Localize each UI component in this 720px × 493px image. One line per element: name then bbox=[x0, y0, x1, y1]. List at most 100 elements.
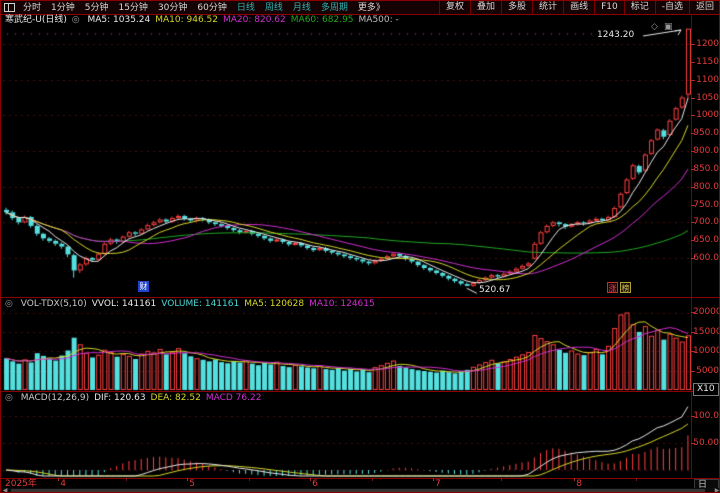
tab-5分钟[interactable]: 5分钟 bbox=[80, 2, 114, 14]
time-tick bbox=[310, 478, 312, 481]
indicator-toggle-icon[interactable]: ◎ bbox=[5, 299, 13, 309]
axis-tick-label: 1050 bbox=[696, 93, 719, 103]
tab-周线[interactable]: 周线 bbox=[260, 2, 288, 14]
axis-tick bbox=[691, 416, 695, 417]
tab-30分钟[interactable]: 30分钟 bbox=[153, 2, 192, 14]
symbol-title: 寒武纪-U(日线) bbox=[5, 15, 67, 25]
axis-tick bbox=[691, 332, 695, 333]
time-minor-tick bbox=[635, 478, 637, 481]
axis-tick bbox=[691, 98, 695, 99]
action-menu: 复权 叠加 多股 统计 画线 F10 标记 -自选 返回 bbox=[439, 1, 719, 14]
axis-tick-label: 1200 bbox=[696, 39, 719, 49]
main-chart-canvas[interactable] bbox=[3, 27, 691, 297]
scroll-right-arrow[interactable]: ▶ bbox=[713, 488, 719, 493]
tab-1分钟[interactable]: 1分钟 bbox=[46, 2, 80, 14]
volume-multiplier-label: X10 bbox=[693, 383, 719, 396]
axis-tick-label: 20000 bbox=[693, 307, 720, 317]
tab-多周期[interactable]: 多周期 bbox=[316, 2, 353, 14]
axis-tick bbox=[691, 222, 695, 223]
scroll-left-arrow[interactable]: ◀ bbox=[1, 488, 9, 493]
axis-tick-label: 900.0 bbox=[693, 146, 719, 156]
indicator-value: MA5: 1035.24 bbox=[87, 15, 151, 25]
menu-返回[interactable]: 返回 bbox=[688, 1, 719, 14]
axis-tick-label: 600.0 bbox=[693, 253, 719, 263]
axis-tick-label: 15000 bbox=[693, 327, 720, 337]
time-tick bbox=[58, 478, 60, 481]
indicator-toggle-icon[interactable]: ◎ bbox=[5, 393, 13, 403]
menu-标记[interactable]: 标记 bbox=[623, 1, 655, 14]
menu-叠加[interactable]: 叠加 bbox=[470, 1, 501, 14]
axis-tick bbox=[691, 169, 695, 170]
menu-复权[interactable]: 复权 bbox=[439, 1, 470, 14]
axis-tick bbox=[691, 62, 695, 63]
financial-report-badge[interactable]: 财 bbox=[138, 281, 149, 292]
indicator-value: MA10: 946.52 bbox=[155, 15, 218, 25]
axis-tick-label: 1100 bbox=[696, 75, 719, 85]
axis-tick-label: 10000 bbox=[693, 346, 720, 356]
axis-tick-label: 850.0 bbox=[693, 164, 719, 174]
ranking-list-badge[interactable]: 榜 bbox=[620, 282, 631, 293]
menu-画线[interactable]: 画线 bbox=[563, 1, 594, 14]
tab-日线[interactable]: 日线 bbox=[232, 2, 260, 14]
axis-tick bbox=[691, 240, 695, 241]
stock-app-window: 分时 1分钟 5分钟 15分钟 30分钟 60分钟 日线 周线 月线 多周期 更多》 复权 叠加 多股统… bbox=[0, 0, 720, 493]
axis-tick bbox=[691, 133, 695, 134]
macd-indicator-header: ◎ MACD(12,26,9) DIF: 120.63 DEA: 82.52 MACD… bbox=[5, 393, 266, 404]
menu--自选[interactable]: -自选 bbox=[654, 1, 689, 14]
axis-tick-label: 750.0 bbox=[693, 200, 719, 210]
menu-F10[interactable]: F10 bbox=[594, 1, 624, 14]
scrollbar-thumb[interactable] bbox=[11, 489, 705, 492]
indicator-value: MA5: 120628 bbox=[244, 299, 305, 309]
indicator-value: DEA: 82.52 bbox=[150, 393, 201, 403]
period-tabs: 分时 1分钟 5分钟 15分钟 30分钟 60分钟 日线 周线 月线 多周期 更多》 bbox=[18, 2, 390, 14]
axis-tick bbox=[691, 351, 695, 352]
toolbar: 分时 1分钟 5分钟 15分钟 30分钟 60分钟 日线 周线 月线 多周期 更多》 复权 叠加 多股统… bbox=[1, 1, 719, 15]
indicator-value: MA10: 124615 bbox=[309, 299, 375, 309]
time-tick bbox=[433, 478, 434, 481]
axis-tick bbox=[691, 151, 695, 152]
axis-tick bbox=[691, 371, 695, 372]
tab-更多》[interactable]: 更多》 bbox=[353, 2, 390, 14]
axis-tick bbox=[691, 205, 695, 206]
indicator-toggle-icon[interactable]: ◎ bbox=[72, 15, 80, 25]
high-price-marker: 1243.20 bbox=[597, 30, 635, 40]
axis-tick-label: 1000 bbox=[696, 110, 719, 120]
menu-多股[interactable]: 多股 bbox=[501, 1, 532, 14]
pane-divider bbox=[1, 297, 719, 298]
window-split-icon[interactable] bbox=[4, 3, 15, 12]
volume-chart-canvas[interactable] bbox=[3, 298, 691, 391]
axis-tick-label: 5000 bbox=[696, 366, 719, 376]
indicator-value: MA20: 820.62 bbox=[223, 15, 286, 25]
indicator-value: MACD 76.22 bbox=[205, 393, 262, 403]
axis-tick bbox=[691, 187, 695, 188]
axis-tick-label: 950.0 bbox=[693, 128, 719, 138]
menu-统计[interactable]: 统计 bbox=[532, 1, 563, 14]
indicator-value: VOL-TDX(5,10) bbox=[20, 299, 87, 309]
tab-月线[interactable]: 月线 bbox=[288, 2, 316, 14]
axis-tick bbox=[691, 115, 695, 116]
main-indicator-header: 寒武纪-U(日线) ◎ MA5: 1035.24 MA10: 946.52 MA20… bbox=[5, 15, 404, 26]
volume-indicator-header: ◎ VOL-TDX(5,10) VVOL: 141161 VOLUME: 14116… bbox=[5, 299, 380, 310]
low-price-marker: 520.67 bbox=[479, 285, 511, 295]
time-minor-tick bbox=[248, 478, 250, 481]
panel-icon[interactable]: ▣ bbox=[664, 22, 673, 32]
diamond-icon[interactable]: ◇ bbox=[651, 22, 658, 32]
tab-分时[interactable]: 分时 bbox=[18, 2, 46, 14]
tab-15分钟[interactable]: 15分钟 bbox=[113, 2, 152, 14]
axis-tick bbox=[691, 258, 695, 259]
macd-chart-canvas[interactable] bbox=[3, 392, 691, 478]
tab-60分钟[interactable]: 60分钟 bbox=[192, 2, 231, 14]
chart-scrollbar[interactable]: ◀ ▶ bbox=[1, 488, 719, 493]
axis-tick-label: 650.0 bbox=[693, 235, 719, 245]
limit-up-badge[interactable]: 涨 bbox=[607, 282, 618, 293]
axis-tick-label: 50.00 bbox=[693, 438, 719, 448]
indicator-value: DIF: 120.63 bbox=[94, 393, 146, 403]
pane-divider bbox=[1, 391, 719, 392]
indicator-value: VOLUME: 141161 bbox=[161, 299, 240, 309]
time-minor-tick bbox=[500, 478, 502, 481]
time-minor-tick bbox=[125, 478, 127, 481]
axis-tick bbox=[691, 80, 695, 81]
indicator-value: MACD(12,26,9) bbox=[20, 393, 90, 403]
axis-tick-label: 700.0 bbox=[693, 217, 719, 227]
time-minor-tick bbox=[371, 478, 373, 481]
